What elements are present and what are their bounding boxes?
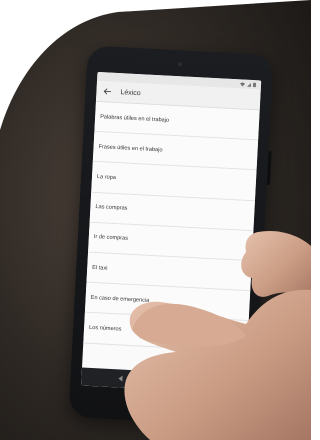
front-camera: [177, 62, 183, 67]
page-title: Léxico: [120, 88, 141, 97]
battery-icon: [252, 82, 257, 88]
nav-back-icon[interactable]: [117, 375, 123, 382]
phone: Léxico Palabras útiles en el trabajo Fra…: [68, 45, 274, 427]
nav-recent-icon[interactable]: [201, 379, 210, 387]
system-nav-bar: [81, 367, 246, 395]
nav-home-icon[interactable]: [157, 376, 167, 385]
phone-screen: Léxico Palabras útiles en el trabajo Fra…: [81, 71, 262, 395]
signal-icon: [246, 82, 252, 87]
wifi-icon: [240, 82, 246, 87]
lexicon-list: Palabras útiles en el trabajo Frases úti…: [83, 101, 260, 352]
status-icons: [240, 81, 257, 88]
photo: Léxico Palabras útiles en el trabajo Fra…: [0, 0, 311, 440]
arrow-left-icon[interactable]: [102, 86, 113, 97]
